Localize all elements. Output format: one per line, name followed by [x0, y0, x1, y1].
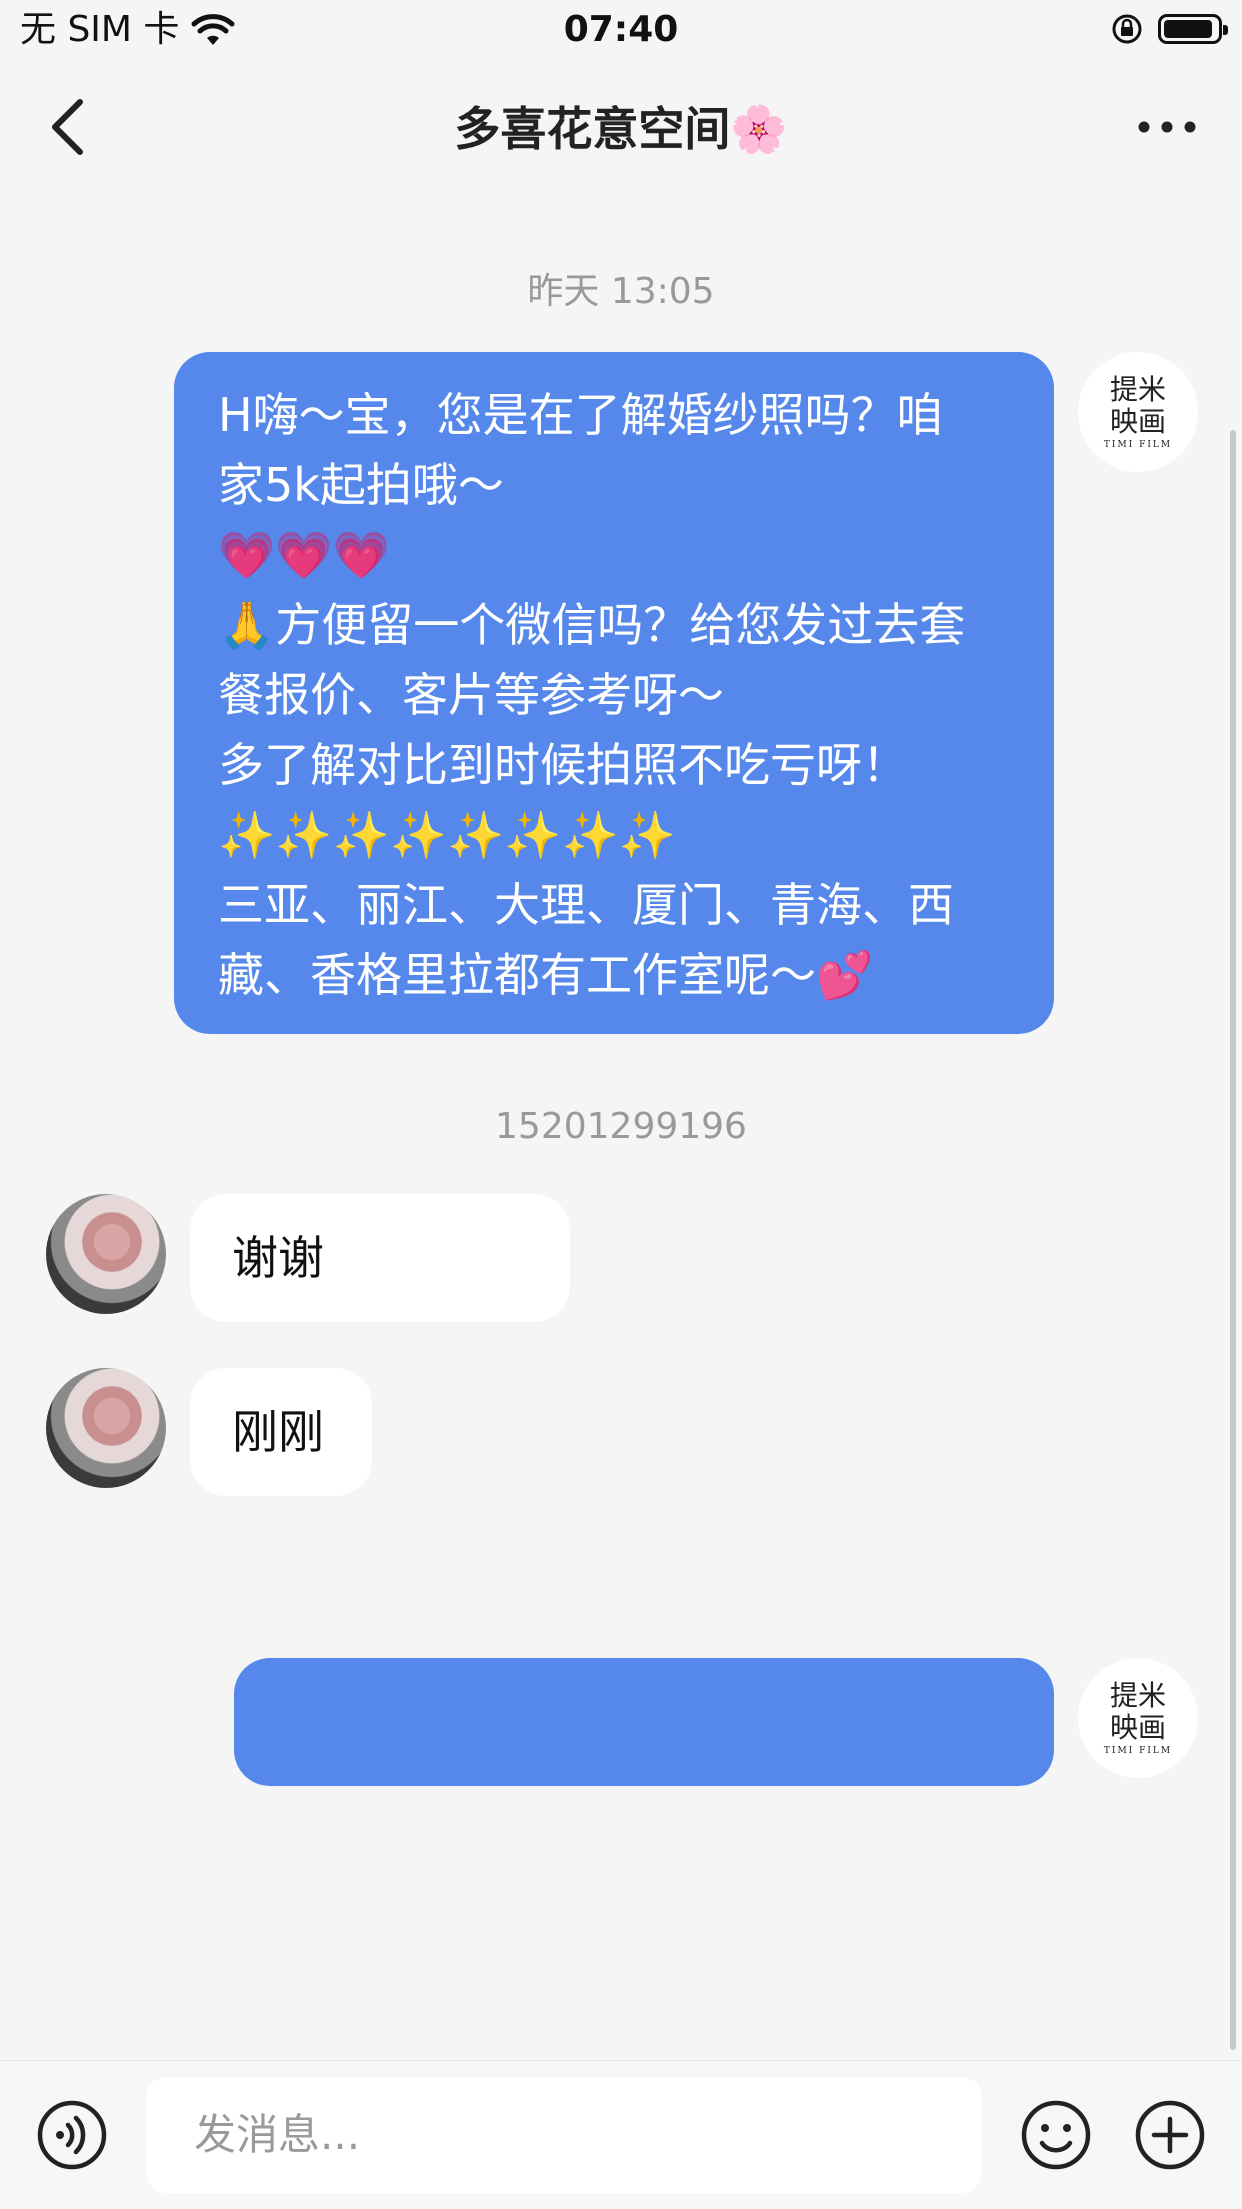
voice-icon[interactable] [36, 2099, 108, 2171]
emoji-icon[interactable] [1020, 2099, 1092, 2171]
shop-avatar-sub: TIMI FILM [1103, 440, 1173, 450]
outgoing-message[interactable] [234, 1658, 1054, 1786]
message-text: 谢谢 [232, 1231, 324, 1285]
more-dots-icon[interactable] [1132, 102, 1202, 152]
message-input[interactable]: 发消息... [146, 2077, 982, 2193]
user-avatar[interactable] [46, 1194, 166, 1314]
message-line: 三亚、丽江、大理、厦门、青海、西 [218, 878, 954, 932]
message-line: 🙏方便留一个微信吗？给您发过去套 [218, 598, 966, 652]
shop-avatar-name: 提米映画 [1109, 373, 1166, 438]
input-bar: 发消息... [0, 2060, 1242, 2209]
page-title: 多喜花意空间🌸 [454, 102, 788, 156]
orientation-lock-icon [1112, 14, 1142, 44]
shop-avatar-name: 提米映画 [1109, 1679, 1166, 1744]
message-line: ✨✨✨✨✨✨✨✨ [218, 808, 677, 862]
message-line: 餐报价、客片等参考呀～ [218, 668, 724, 722]
outgoing-message[interactable]: H嗨～宝，您是在了解婚纱照吗？咱 家5k起拍哦～ 💗💗💗 🙏方便留一个微信吗？给… [174, 352, 1054, 1034]
status-icons [1110, 12, 1228, 46]
nav-bar: 多喜花意空间🌸 [0, 62, 1242, 192]
user-avatar[interactable] [46, 1368, 166, 1488]
message-line: 家5k起拍哦～ [218, 458, 504, 512]
message-line: 藏、香格里拉都有工作室呢～💕 [218, 948, 874, 1002]
incoming-message[interactable]: 刚刚 [190, 1368, 372, 1496]
clock: 07:40 [563, 9, 679, 50]
incoming-message[interactable]: 谢谢 [190, 1194, 570, 1322]
message-text: 刚刚 [232, 1405, 324, 1459]
plus-circle-icon[interactable] [1134, 2099, 1206, 2171]
timestamp: 昨天 13:05 [527, 271, 715, 312]
shop-avatar-sub: TIMI FILM [1103, 1746, 1173, 1756]
status-bar: 无 SIM 卡 07:40 [0, 0, 1242, 62]
shop-avatar[interactable]: 提米映画 TIMI FILM [1078, 1658, 1198, 1778]
message-line: 多了解对比到时候拍照不吃亏呀！ [218, 738, 908, 792]
message-line: 💗💗💗 [218, 528, 390, 582]
timestamp: 15201299196 [495, 1106, 747, 1147]
shop-avatar[interactable]: 提米映画 TIMI FILM [1078, 352, 1198, 472]
message-line: H嗨～宝，您是在了解婚纱照吗？咱 [218, 388, 943, 442]
battery-icon [1158, 14, 1228, 44]
scrollbar[interactable] [1230, 430, 1236, 2050]
